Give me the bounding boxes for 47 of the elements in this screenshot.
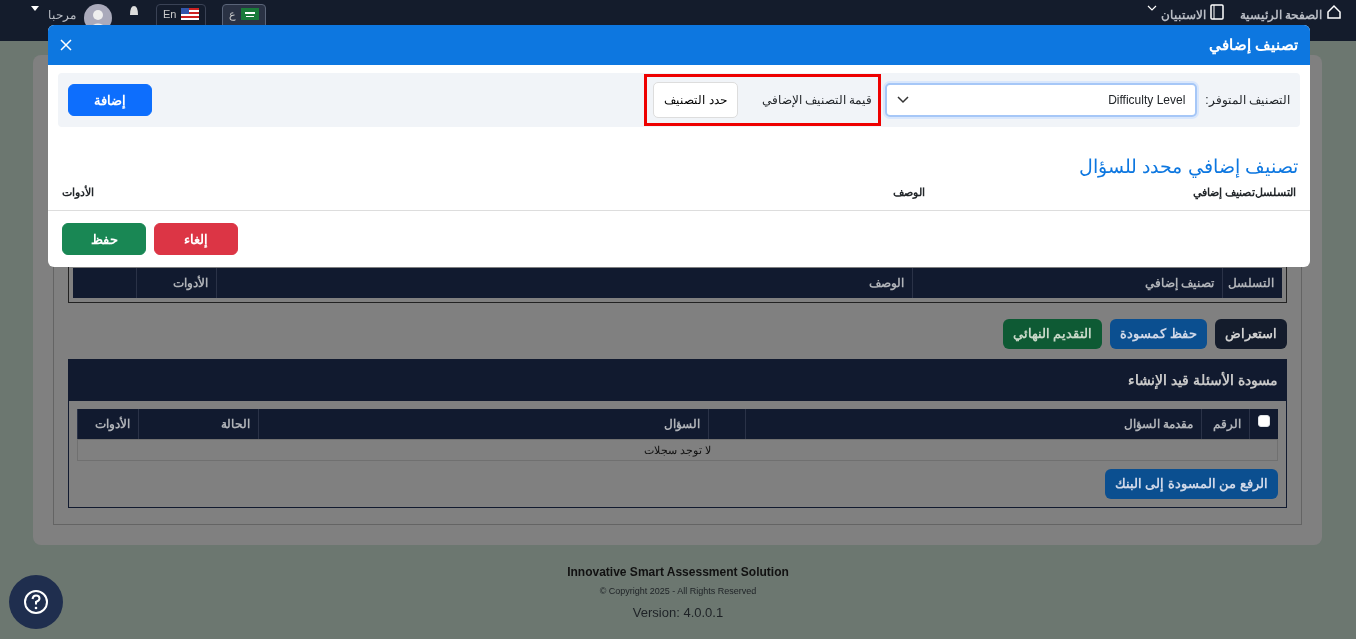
column-header: الرقم: [1201, 408, 1249, 439]
panel-title: مسودة الأسئلة قيد الإنشاء: [69, 359, 1286, 401]
column-header: الأدوات: [136, 268, 216, 298]
column-header: تصنيف إضافي: [1191, 184, 1255, 200]
field-label: قيمة التصنيف الإضافي: [760, 92, 873, 109]
classification-select[interactable]: Difficulty Level: [885, 83, 1198, 117]
cancel-button[interactable]: إلغاء: [154, 223, 238, 255]
caret-icon: [1146, 4, 1157, 12]
save-button[interactable]: حفظ: [62, 223, 146, 255]
company-name: Innovative Smart Assessment Solution: [566, 564, 790, 581]
column-header: السؤال: [257, 408, 709, 439]
flag-icon: [181, 8, 200, 20]
close-button[interactable]: [60, 39, 72, 51]
column-header: الأدوات: [62, 184, 94, 200]
caret-icon[interactable]: [30, 4, 40, 12]
bell-icon[interactable]: [128, 4, 140, 18]
column-header: الوصف: [892, 184, 925, 200]
column-header: تصنيف إضافي: [912, 268, 1222, 298]
flag-icon: [241, 8, 260, 20]
survey-menu[interactable]: الاستبيان: [1160, 4, 1206, 22]
select-value-button[interactable]: حدد التصنيف: [653, 82, 738, 118]
chevron-icon: [897, 96, 910, 104]
column-header: مقدمة السؤال: [744, 408, 1202, 439]
close-icon: [60, 39, 72, 51]
column-header: الحالة: [137, 408, 258, 439]
action-button[interactable]: التقديم النهائي: [1002, 319, 1103, 349]
upload-button[interactable]: الرفع من المسودة إلى البنك: [1104, 469, 1278, 499]
action-button[interactable]: استعراض: [1215, 319, 1287, 349]
version-text: Version: 4.0.0.1: [631, 603, 725, 622]
book-icon: [1209, 4, 1224, 20]
column-header: الأدوات: [77, 408, 138, 439]
empty-message: لا توجد سجلات: [77, 438, 1278, 461]
column-header: التسلسل: [1222, 268, 1282, 298]
copyright-text: Copyright 2025 - All Rights Reserved ©: [598, 585, 758, 598]
home-link[interactable]: الصفحة الرئيسية: [1239, 4, 1322, 22]
column-header: الوصف: [216, 268, 912, 298]
action-button[interactable]: حفظ كمسودة: [1110, 319, 1207, 349]
help-button[interactable]: [9, 575, 63, 629]
column-header: التسلسل: [1255, 184, 1296, 198]
select-all-checkbox[interactable]: [1258, 414, 1270, 427]
greeting-text: مرحبا: [48, 7, 76, 22]
section-title: تصنيف إضافي محدد للسؤال: [1078, 155, 1299, 180]
help-icon: [23, 589, 49, 615]
add-button[interactable]: إضافة: [68, 84, 152, 116]
field-label: التصنيف المتوفر:: [1205, 92, 1290, 109]
home-icon: [1326, 4, 1342, 20]
dialog-title: تصنيف إضافي: [1208, 34, 1298, 57]
